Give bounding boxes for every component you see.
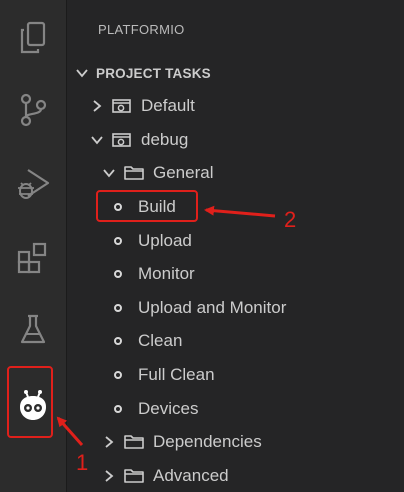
environment-icon xyxy=(111,97,133,115)
task-label: Devices xyxy=(138,399,199,418)
tree-item-label: Dependencies xyxy=(153,432,262,451)
chevron-down-icon xyxy=(74,65,90,81)
annotation-box-build xyxy=(96,190,198,222)
source-control-icon[interactable] xyxy=(0,84,66,136)
tree-item-default[interactable]: Default xyxy=(89,92,195,120)
task-circle-icon xyxy=(114,304,122,312)
task-label: Full Clean xyxy=(138,365,215,384)
folder-icon xyxy=(123,467,145,485)
tree-item-label: Default xyxy=(141,96,195,115)
task-circle-icon xyxy=(114,237,122,245)
chevron-right-icon xyxy=(101,468,117,484)
task-upload[interactable]: Upload xyxy=(114,227,192,255)
tree-item-advanced[interactable]: Advanced xyxy=(101,462,229,490)
task-circle-icon xyxy=(114,371,122,379)
tree-item-label: General xyxy=(153,163,214,182)
tree-item-label: debug xyxy=(141,130,189,149)
tree-item-general[interactable]: General xyxy=(101,159,213,187)
task-upload-and-monitor[interactable]: Upload and Monitor xyxy=(114,294,286,322)
explorer-icon[interactable] xyxy=(0,12,66,64)
testing-icon[interactable] xyxy=(0,304,66,356)
chevron-down-icon xyxy=(89,132,105,148)
section-label: PROJECT TASKS xyxy=(96,65,211,81)
vscode-window: PLATFORMIO PROJECT TASKS Default debug G… xyxy=(0,0,404,492)
task-label: Clean xyxy=(138,331,183,350)
chevron-right-icon xyxy=(89,98,105,114)
extensions-icon[interactable] xyxy=(0,232,66,284)
task-label: Monitor xyxy=(138,264,195,283)
tree-item-label: Advanced xyxy=(153,466,229,485)
task-label: Upload xyxy=(138,231,192,250)
task-circle-icon xyxy=(114,405,122,413)
folder-icon xyxy=(123,433,145,451)
project-tasks-header[interactable]: PROJECT TASKS xyxy=(74,62,211,84)
annotation-number-1: 1 xyxy=(76,450,89,475)
task-full-clean[interactable]: Full Clean xyxy=(114,361,215,389)
task-circle-icon xyxy=(114,337,122,345)
run-debug-icon[interactable] xyxy=(0,158,66,210)
task-circle-icon xyxy=(114,270,122,278)
annotation-box-platformio xyxy=(7,366,53,438)
chevron-down-icon xyxy=(101,165,117,181)
task-monitor[interactable]: Monitor xyxy=(114,260,195,288)
folder-icon xyxy=(123,164,145,182)
task-label: Upload and Monitor xyxy=(138,298,287,317)
tree-item-debug[interactable]: debug xyxy=(89,126,188,154)
task-clean[interactable]: Clean xyxy=(114,327,182,355)
annotation-number-2: 2 xyxy=(284,207,297,232)
sidebar-title: PLATFORMIO xyxy=(98,22,185,37)
tree-item-dependencies[interactable]: Dependencies xyxy=(101,428,262,456)
platformio-sidebar: PLATFORMIO PROJECT TASKS Default debug G… xyxy=(67,0,404,492)
chevron-right-icon xyxy=(101,434,117,450)
task-devices[interactable]: Devices xyxy=(114,395,198,423)
environment-icon xyxy=(111,131,133,149)
